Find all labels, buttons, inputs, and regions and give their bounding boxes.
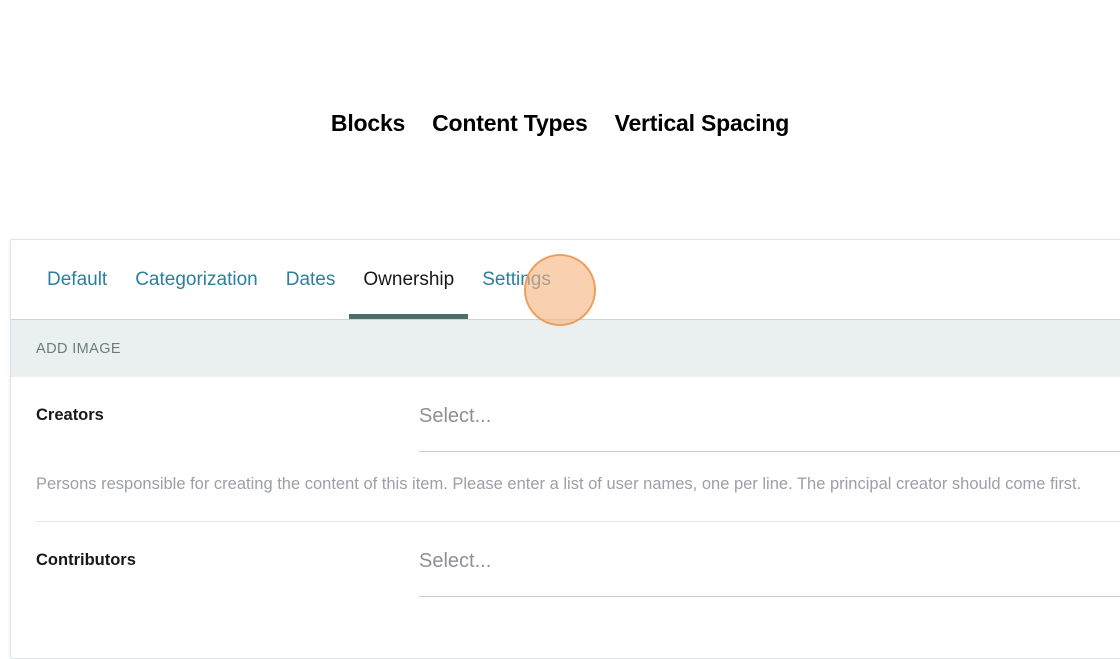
field-label-creators: Creators bbox=[36, 406, 104, 424]
tab-categorization[interactable]: Categorization bbox=[121, 240, 272, 319]
form-panel: Default Categorization Dates Ownership S… bbox=[10, 239, 1120, 659]
creators-select-placeholder: Select... bbox=[419, 405, 492, 427]
field-control-contributors: Select... bbox=[419, 548, 1120, 597]
creators-select[interactable]: Select... bbox=[419, 403, 1120, 452]
heading-row: Blocks Content Types Vertical Spacing bbox=[0, 110, 1120, 137]
tab-default[interactable]: Default bbox=[33, 240, 121, 319]
section-band-label: ADD IMAGE bbox=[36, 340, 121, 357]
heading-blocks: Blocks bbox=[330, 110, 406, 136]
field-control-creators: Select... bbox=[419, 403, 1120, 452]
tab-bar: Default Categorization Dates Ownership S… bbox=[11, 240, 1120, 319]
contributors-select-placeholder: Select... bbox=[419, 550, 492, 572]
field-label-contributors: Contributors bbox=[36, 551, 136, 569]
field-row-creators: Creators Select... bbox=[11, 377, 1120, 452]
field-row-contributors: Contributors Select... bbox=[11, 522, 1120, 597]
tab-ownership[interactable]: Ownership bbox=[349, 240, 469, 319]
tab-settings[interactable]: Settings bbox=[468, 240, 565, 319]
section-band-add-image: ADD IMAGE bbox=[11, 319, 1120, 377]
field-help-creators: Persons responsible for creating the con… bbox=[36, 475, 1082, 493]
contributors-select[interactable]: Select... bbox=[419, 548, 1120, 597]
heading-vertical-spacing: Vertical Spacing bbox=[614, 110, 790, 136]
tab-dates[interactable]: Dates bbox=[272, 240, 350, 319]
heading-content-types: Content Types bbox=[432, 110, 588, 136]
